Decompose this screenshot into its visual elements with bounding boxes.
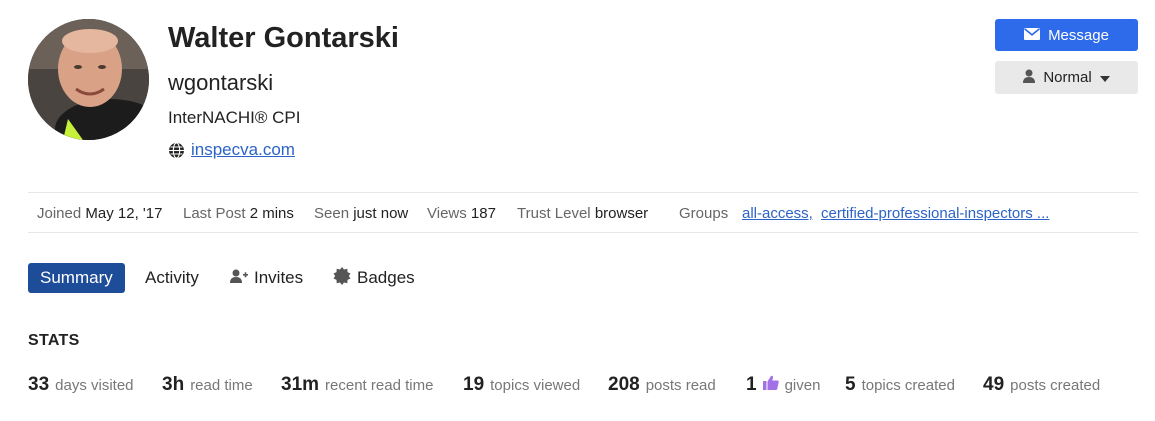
tab-activity[interactable]: Activity [145, 263, 199, 293]
stat-label: given [784, 377, 821, 394]
stat-value: 3h [162, 374, 185, 395]
globe-icon [168, 141, 185, 159]
profile-username: wgontarski [168, 70, 274, 95]
message-button[interactable]: Message [995, 19, 1138, 51]
stat-label: recent read time [325, 377, 434, 394]
stats-heading: STATS [28, 332, 80, 349]
thumbs-up-icon [762, 375, 779, 390]
stat-read-time: 3h read time [162, 374, 253, 396]
stat-topics-viewed: 19 topics viewed [463, 374, 580, 396]
tab-invites-label: Invites [254, 268, 304, 287]
profile-name: Walter Gontarski [168, 22, 399, 54]
profile-meta-bar: Joined May 12, '17 Last Post 2 mins Seen… [28, 192, 1138, 233]
stat-label: posts read [645, 377, 716, 394]
notification-level-dropdown[interactable]: Normal [995, 61, 1138, 94]
meta-trust-value: browser [594, 205, 649, 222]
meta-joined-value: May 12, '17 [85, 205, 163, 222]
tab-invites[interactable]: Invites [230, 263, 303, 293]
meta-seen: Seen just now [314, 205, 408, 222]
website-link[interactable]: inspecva.com [191, 140, 295, 160]
certificate-icon [333, 266, 351, 290]
meta-trust-level: Trust Level browser [517, 205, 648, 222]
notification-level-label: Normal [1043, 69, 1092, 86]
group-link-all-access[interactable]: all-access, [742, 205, 813, 222]
tab-badges[interactable]: Badges [333, 263, 415, 293]
meta-views: Views 187 [427, 205, 496, 222]
meta-groups-label: Groups [679, 205, 729, 222]
meta-seen-label: Seen [314, 205, 350, 222]
avatar-image [28, 19, 149, 140]
user-plus-icon [230, 268, 248, 288]
user-icon [1023, 69, 1036, 87]
meta-last-post-value: 2 mins [249, 205, 294, 222]
tab-summary[interactable]: Summary [28, 263, 125, 293]
stat-value: 1 [746, 374, 757, 395]
group-link-certified-professional-inspectors[interactable]: certified-professional-inspectors ... [821, 205, 1049, 222]
stat-label: topics viewed [490, 377, 581, 394]
meta-seen-value: just now [353, 205, 409, 222]
stat-topics-created: 5 topics created [845, 374, 955, 396]
meta-joined-label: Joined [37, 205, 82, 222]
envelope-icon [1024, 27, 1041, 44]
stat-days-visited: 33 days visited [28, 374, 134, 396]
meta-last-post: Last Post 2 mins [183, 205, 294, 222]
meta-trust-label: Trust Level [517, 205, 591, 222]
stat-value: 208 [608, 374, 640, 395]
stat-value: 49 [983, 374, 1005, 395]
tab-summary-label: Summary [40, 268, 113, 287]
stat-value: 5 [845, 374, 856, 395]
stat-label: read time [190, 377, 253, 394]
stat-recent-read-time: 31m recent read time [281, 374, 433, 396]
stat-value: 33 [28, 374, 50, 395]
stat-posts-read: 208 posts read [608, 374, 716, 396]
tab-badges-label: Badges [357, 268, 415, 287]
stat-value: 31m [281, 374, 320, 395]
stat-likes-given: 1 given [746, 374, 820, 396]
meta-views-label: Views [427, 205, 467, 222]
stat-label: days visited [55, 377, 134, 394]
stat-label: topics created [861, 377, 955, 394]
profile-title: InterNACHI® CPI [168, 108, 301, 127]
tab-activity-label: Activity [145, 268, 199, 287]
profile-website: inspecva.com [168, 140, 295, 160]
stat-label: posts created [1010, 377, 1101, 394]
meta-joined: Joined May 12, '17 [37, 205, 162, 222]
stat-posts-created: 49 posts created [983, 374, 1100, 396]
stat-value: 19 [463, 374, 485, 395]
message-label: Message [1048, 26, 1109, 44]
avatar[interactable] [28, 19, 149, 140]
caret-down-icon [1099, 69, 1110, 86]
meta-last-post-label: Last Post [183, 205, 246, 222]
meta-views-value: 187 [470, 205, 496, 222]
